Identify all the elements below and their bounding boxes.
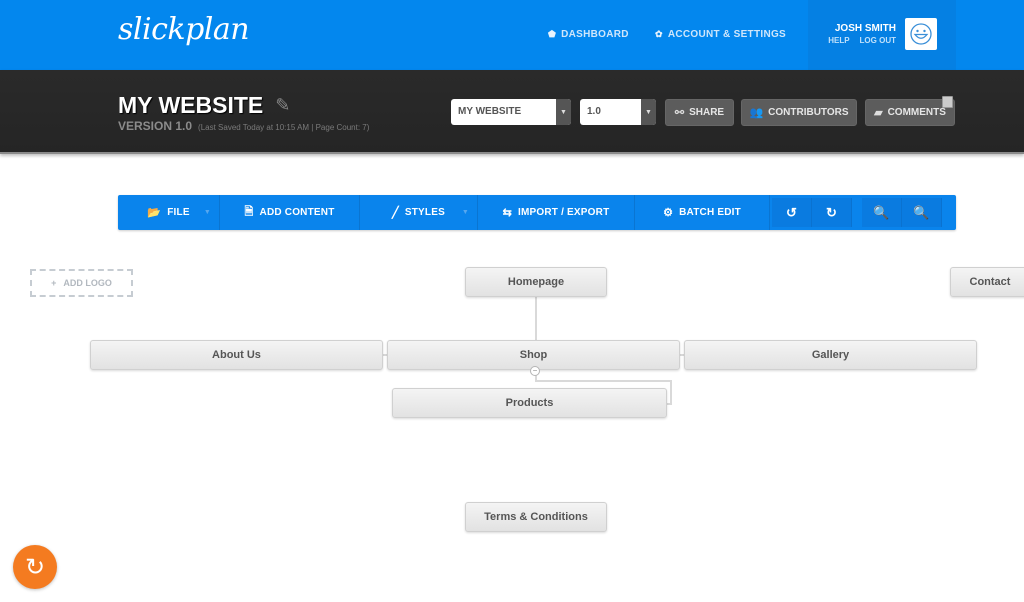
page-node-terms[interactable]: Terms & Conditions xyxy=(465,502,607,532)
share-button[interactable]: ⚯ SHARE xyxy=(665,99,734,126)
page-node-about-us[interactable]: About Us xyxy=(90,340,383,370)
nav-account-settings[interactable]: ✿ ACCOUNT & SETTINGS xyxy=(655,29,786,40)
import-export-icon: ⇆ xyxy=(502,207,513,219)
plus-icon: + xyxy=(51,278,57,288)
zoom-in-button[interactable]: 🔍 xyxy=(902,198,942,227)
nav-dashboard-label: DASHBOARD xyxy=(561,29,629,40)
folder-icon: 📂 xyxy=(147,207,162,219)
brush-icon: ╱ xyxy=(392,207,399,219)
add-content-label: ADD CONTENT xyxy=(259,207,335,218)
version-label: VERSION 1.0 xyxy=(118,119,193,133)
file-menu[interactable]: 📂 FILE ▼ xyxy=(118,195,220,230)
chevron-down-icon: ▼ xyxy=(461,209,469,216)
nav-account-settings-label: ACCOUNT & SETTINGS xyxy=(667,29,787,40)
page-node-products[interactable]: Products xyxy=(392,388,667,418)
refresh-button[interactable]: ↻ xyxy=(13,545,57,589)
styles-label: STYLES xyxy=(404,207,445,218)
share-icon: ⚯ xyxy=(674,107,685,119)
edit-pencil-icon[interactable]: ✎ xyxy=(275,95,290,116)
connector-line xyxy=(670,380,672,405)
comments-button[interactable]: ▰ COMMENTS xyxy=(865,96,955,126)
save-meta: (Last Saved Today at 10:15 AM | Page Cou… xyxy=(198,123,370,132)
connector-line xyxy=(535,297,537,341)
home-icon: ⬟ xyxy=(548,29,557,39)
user-name: JOSH SMITH xyxy=(834,23,896,34)
share-label: SHARE xyxy=(689,107,725,118)
chevron-down-icon: ▼ xyxy=(641,99,656,125)
zoom-out-icon: 🔍 xyxy=(873,204,890,220)
refresh-icon: ↻ xyxy=(24,553,46,581)
import-export-button[interactable]: ⇆ IMPORT / EXPORT xyxy=(478,195,635,230)
add-content-button[interactable]: 🗎 ADD CONTENT xyxy=(220,195,360,230)
add-logo-label: ADD LOGO xyxy=(63,278,112,288)
logout-link[interactable]: LOG OUT xyxy=(860,36,896,45)
version-select-value: 1.0 xyxy=(587,106,601,117)
styles-menu[interactable]: ╱ STYLES ▼ xyxy=(360,195,478,230)
file-label: FILE xyxy=(167,207,190,218)
contributors-button[interactable]: 👥 CONTRIBUTORS xyxy=(741,99,857,126)
comments-label: COMMENTS xyxy=(887,107,946,118)
chevron-down-icon: ▼ xyxy=(203,209,211,216)
batch-edit-button[interactable]: ⚙ BATCH EDIT xyxy=(635,195,770,230)
slickplan-logo[interactable]: slickplan xyxy=(118,12,250,47)
help-link[interactable]: HELP xyxy=(828,36,849,45)
cogs-icon: ⚙ xyxy=(663,207,674,219)
project-title-group: MY WEBSITE ✎ xyxy=(118,92,290,119)
zoom-in-icon: 🔍 xyxy=(913,204,930,220)
user-links: HELP LOG OUT xyxy=(828,36,896,45)
add-logo-button[interactable]: + ADD LOGO xyxy=(30,269,133,297)
smiley-avatar-icon xyxy=(910,23,932,45)
editor-toolbar: 📂 FILE ▼ 🗎 ADD CONTENT ╱ STYLES ▼ ⇆ IMPO… xyxy=(118,195,956,230)
comments-badge-icon xyxy=(942,96,953,108)
page-node-homepage[interactable]: Homepage xyxy=(465,267,607,297)
collapse-toggle-icon[interactable]: − xyxy=(530,366,540,376)
user-panel: JOSH SMITH HELP LOG OUT xyxy=(808,0,956,70)
gear-icon: ✿ xyxy=(655,29,663,39)
redo-icon: ↻ xyxy=(826,204,837,220)
project-title: MY WEBSITE xyxy=(118,92,264,118)
contributors-label: CONTRIBUTORS xyxy=(768,107,849,118)
avatar[interactable] xyxy=(905,18,937,50)
undo-button[interactable]: ↺ xyxy=(772,198,812,227)
zoom-out-button[interactable]: 🔍 xyxy=(862,198,902,227)
page-node-gallery[interactable]: Gallery xyxy=(684,340,977,370)
sitemap-select[interactable]: MY WEBSITE ▼ xyxy=(451,99,571,125)
users-icon: 👥 xyxy=(749,107,764,119)
batch-edit-label: BATCH EDIT xyxy=(679,207,741,218)
chevron-down-icon: ▼ xyxy=(556,99,571,125)
redo-button[interactable]: ↻ xyxy=(812,198,852,227)
add-content-icon: 🗎 xyxy=(244,206,254,218)
nav-dashboard[interactable]: ⬟ DASHBOARD xyxy=(548,29,629,40)
connector-line xyxy=(535,380,672,382)
top-navigation-bar: slickplan ⬟ DASHBOARD ✿ ACCOUNT & SETTIN… xyxy=(0,0,1024,70)
version-select[interactable]: 1.0 ▼ xyxy=(580,99,656,125)
import-export-label: IMPORT / EXPORT xyxy=(518,207,610,218)
project-header-bar: MY WEBSITE ✎ VERSION 1.0 (Last Saved Toda… xyxy=(0,70,1024,154)
page-node-contact[interactable]: Contact xyxy=(950,267,1024,297)
comment-icon: ▰ xyxy=(874,107,883,119)
undo-icon: ↺ xyxy=(786,204,797,220)
version-line: VERSION 1.0 (Last Saved Today at 10:15 AM… xyxy=(118,119,369,133)
sitemap-select-value: MY WEBSITE xyxy=(458,106,522,117)
